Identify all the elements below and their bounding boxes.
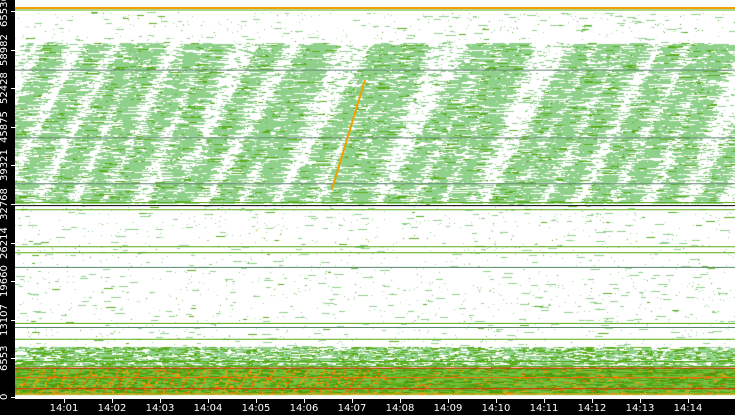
x-tick-label: 14:06 <box>289 403 319 414</box>
x-tick-label: 14:04 <box>193 403 223 414</box>
y-tick <box>11 319 16 321</box>
x-tick-label: 14:08 <box>385 403 415 414</box>
y-tick <box>11 126 16 128</box>
y-tick <box>11 204 16 205</box>
y-tick <box>11 281 16 283</box>
y-tick <box>11 88 16 90</box>
y-tick <box>11 49 16 51</box>
y-tick-label: 19660 <box>0 265 10 298</box>
x-tick-label: 14:12 <box>577 403 607 414</box>
x-tick-label: 14:01 <box>49 403 79 414</box>
y-tick <box>11 11 16 12</box>
y-tick-label: 45875 <box>0 110 10 143</box>
x-tick-label: 14:05 <box>241 403 271 414</box>
x-tick-label: 14:10 <box>481 403 511 414</box>
x-tick-label: 14:02 <box>97 403 127 414</box>
y-tick <box>11 165 16 167</box>
y-tick <box>11 397 16 398</box>
plot-area <box>15 0 735 399</box>
y-tick-label: 39321 <box>0 149 10 182</box>
y-tick-label: 58982 <box>0 33 10 66</box>
y-tick-label: 0 <box>0 393 10 401</box>
y-tick <box>11 358 16 360</box>
y-tick-label: 13107 <box>0 303 10 336</box>
y-tick <box>11 242 16 244</box>
x-tick-label: 14:09 <box>433 403 463 414</box>
x-tick-label: 14:14 <box>673 403 703 414</box>
heatmap-feature-marks <box>15 7 735 395</box>
x-tick-label: 14:07 <box>337 403 367 414</box>
port-time-heatmap: 0 6553 13107 19660 26214 32768 39321 45875 52428… <box>0 0 735 415</box>
y-tick-label: 26214 <box>0 226 10 259</box>
rising-diagonal-line <box>331 79 366 190</box>
y-tick-label: 52428 <box>0 72 10 105</box>
y-tick-label: 32768 <box>0 188 10 220</box>
y-tick-label: 6553 <box>0 345 10 372</box>
x-tick-label: 14:03 <box>145 403 175 414</box>
x-tick-label: 14:11 <box>529 403 559 414</box>
y-tick-label: 65536 <box>0 0 10 27</box>
x-tick-label: 14:13 <box>625 403 655 414</box>
